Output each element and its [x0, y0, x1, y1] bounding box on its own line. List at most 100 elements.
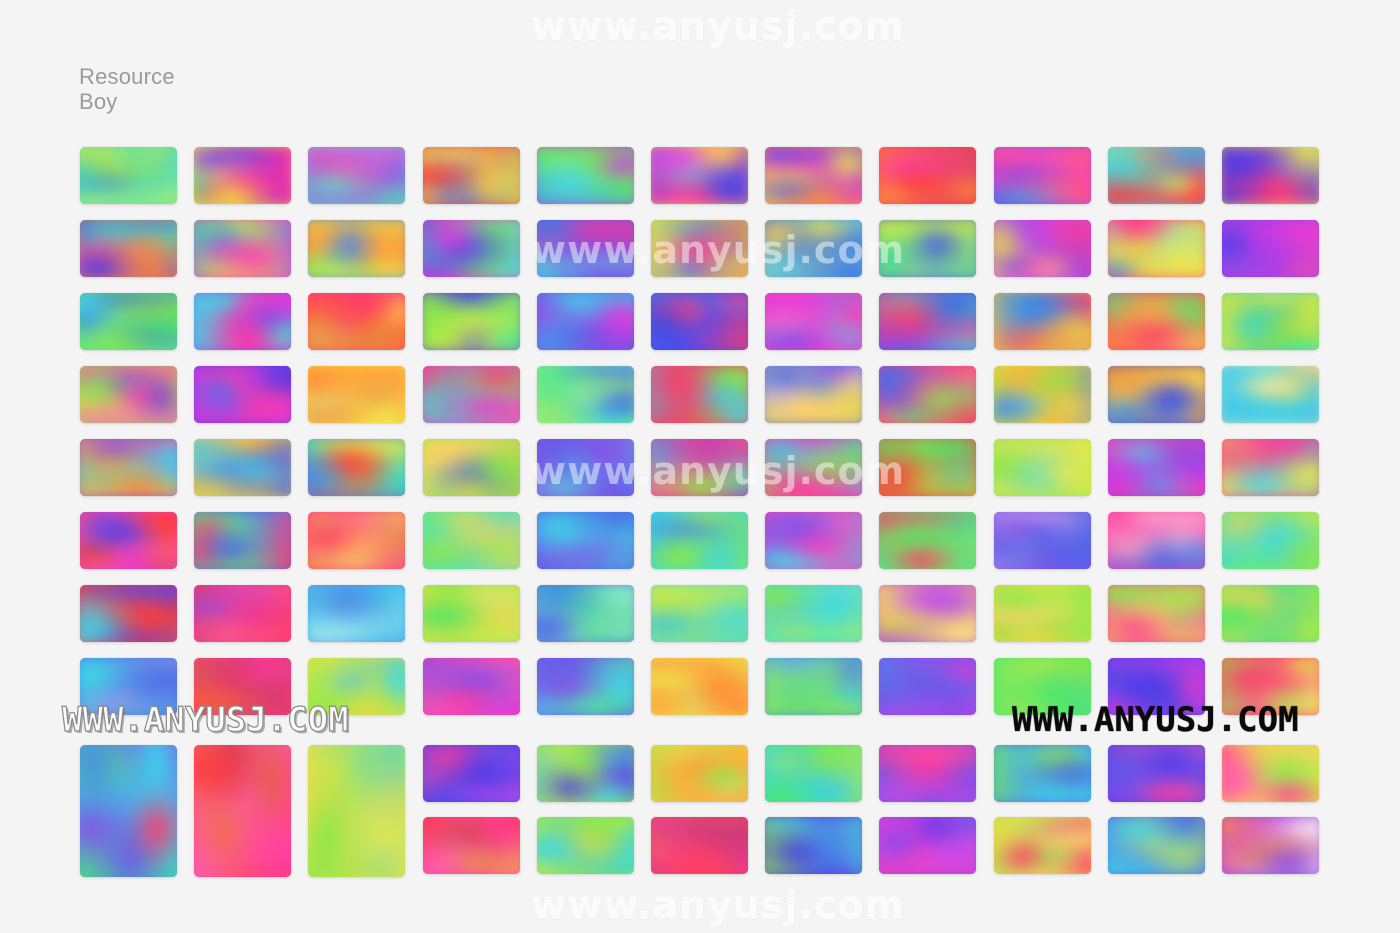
gradient-swatch[interactable] — [994, 147, 1091, 204]
gradient-swatch[interactable] — [651, 585, 748, 642]
gradient-swatch[interactable] — [651, 439, 748, 496]
gradient-swatch[interactable] — [1222, 439, 1319, 496]
gradient-swatch[interactable] — [308, 147, 405, 204]
gradient-swatch[interactable] — [1108, 366, 1205, 423]
gradient-swatch[interactable] — [879, 220, 976, 277]
gradient-swatch[interactable] — [879, 293, 976, 350]
gradient-swatch[interactable] — [423, 817, 520, 874]
gradient-swatch[interactable] — [537, 220, 634, 277]
gradient-swatch[interactable] — [1108, 147, 1205, 204]
gradient-swatch[interactable] — [765, 658, 862, 715]
gradient-swatch[interactable] — [994, 220, 1091, 277]
gradient-swatch[interactable] — [80, 512, 177, 569]
gradient-swatch[interactable] — [1108, 745, 1205, 802]
gradient-swatch[interactable] — [80, 585, 177, 642]
gradient-swatch[interactable] — [80, 439, 177, 496]
gradient-swatch[interactable] — [765, 585, 862, 642]
gradient-swatch[interactable] — [423, 366, 520, 423]
gradient-swatch[interactable] — [651, 220, 748, 277]
gradient-swatch[interactable] — [765, 366, 862, 423]
gradient-swatch[interactable] — [423, 293, 520, 350]
gradient-swatch[interactable] — [1222, 147, 1319, 204]
gradient-swatch[interactable] — [879, 745, 976, 802]
gradient-swatch[interactable] — [423, 585, 520, 642]
gradient-swatch[interactable] — [194, 439, 291, 496]
gradient-swatch[interactable] — [194, 220, 291, 277]
gradient-swatch[interactable] — [194, 293, 291, 350]
gradient-swatch[interactable] — [194, 745, 291, 877]
gradient-swatch[interactable] — [994, 512, 1091, 569]
gradient-swatch[interactable] — [879, 147, 976, 204]
gradient-swatch[interactable] — [1108, 512, 1205, 569]
gradient-swatch[interactable] — [80, 366, 177, 423]
gradient-swatch[interactable] — [537, 439, 634, 496]
gradient-swatch[interactable] — [308, 512, 405, 569]
gradient-swatch[interactable] — [194, 512, 291, 569]
gradient-swatch[interactable] — [1222, 366, 1319, 423]
gradient-swatch[interactable] — [994, 439, 1091, 496]
gradient-swatch[interactable] — [308, 366, 405, 423]
gradient-swatch[interactable] — [765, 293, 862, 350]
gradient-swatch[interactable] — [1108, 439, 1205, 496]
gradient-swatch[interactable] — [80, 147, 177, 204]
gradient-swatch[interactable] — [537, 585, 634, 642]
gradient-swatch[interactable] — [537, 817, 634, 874]
gradient-swatch[interactable] — [994, 366, 1091, 423]
gradient-swatch[interactable] — [308, 439, 405, 496]
gradient-swatch[interactable] — [537, 293, 634, 350]
gradient-swatch[interactable] — [765, 512, 862, 569]
gradient-swatch[interactable] — [651, 512, 748, 569]
gradient-swatch[interactable] — [994, 658, 1091, 715]
gradient-swatch[interactable] — [537, 745, 634, 802]
gradient-swatch[interactable] — [651, 147, 748, 204]
gradient-swatch[interactable] — [765, 745, 862, 802]
gradient-swatch[interactable] — [194, 366, 291, 423]
gradient-swatch[interactable] — [651, 366, 748, 423]
gradient-swatch[interactable] — [1108, 293, 1205, 350]
gradient-swatch[interactable] — [651, 293, 748, 350]
gradient-swatch[interactable] — [1222, 220, 1319, 277]
gradient-swatch[interactable] — [994, 293, 1091, 350]
gradient-swatch[interactable] — [423, 512, 520, 569]
gradient-swatch[interactable] — [1222, 745, 1319, 802]
gradient-swatch[interactable] — [879, 439, 976, 496]
gradient-swatch[interactable] — [879, 585, 976, 642]
gradient-swatch[interactable] — [194, 658, 291, 715]
gradient-swatch[interactable] — [879, 658, 976, 715]
gradient-swatch[interactable] — [1222, 658, 1319, 715]
gradient-swatch[interactable] — [1108, 817, 1205, 874]
gradient-swatch[interactable] — [537, 512, 634, 569]
gradient-swatch[interactable] — [308, 585, 405, 642]
gradient-swatch[interactable] — [994, 745, 1091, 802]
gradient-swatch[interactable] — [423, 220, 520, 277]
gradient-swatch[interactable] — [1108, 585, 1205, 642]
gradient-swatch[interactable] — [1222, 585, 1319, 642]
gradient-swatch[interactable] — [537, 658, 634, 715]
gradient-swatch[interactable] — [194, 585, 291, 642]
gradient-swatch[interactable] — [994, 817, 1091, 874]
gradient-swatch[interactable] — [1108, 220, 1205, 277]
gradient-swatch[interactable] — [651, 658, 748, 715]
gradient-swatch[interactable] — [765, 817, 862, 874]
gradient-swatch[interactable] — [537, 366, 634, 423]
gradient-swatch[interactable] — [765, 439, 862, 496]
gradient-swatch[interactable] — [80, 745, 177, 877]
gradient-swatch[interactable] — [423, 745, 520, 802]
gradient-swatch[interactable] — [879, 512, 976, 569]
gradient-swatch[interactable] — [879, 366, 976, 423]
gradient-swatch[interactable] — [879, 817, 976, 874]
gradient-swatch[interactable] — [308, 745, 405, 877]
gradient-swatch[interactable] — [651, 817, 748, 874]
gradient-swatch[interactable] — [537, 147, 634, 204]
gradient-swatch[interactable] — [1108, 658, 1205, 715]
gradient-swatch[interactable] — [80, 220, 177, 277]
gradient-swatch[interactable] — [765, 147, 862, 204]
gradient-swatch[interactable] — [194, 147, 291, 204]
gradient-swatch[interactable] — [1222, 817, 1319, 874]
gradient-swatch[interactable] — [308, 293, 405, 350]
gradient-swatch[interactable] — [994, 585, 1091, 642]
gradient-swatch[interactable] — [765, 220, 862, 277]
gradient-swatch[interactable] — [308, 658, 405, 715]
gradient-swatch[interactable] — [80, 293, 177, 350]
gradient-swatch[interactable] — [1222, 512, 1319, 569]
